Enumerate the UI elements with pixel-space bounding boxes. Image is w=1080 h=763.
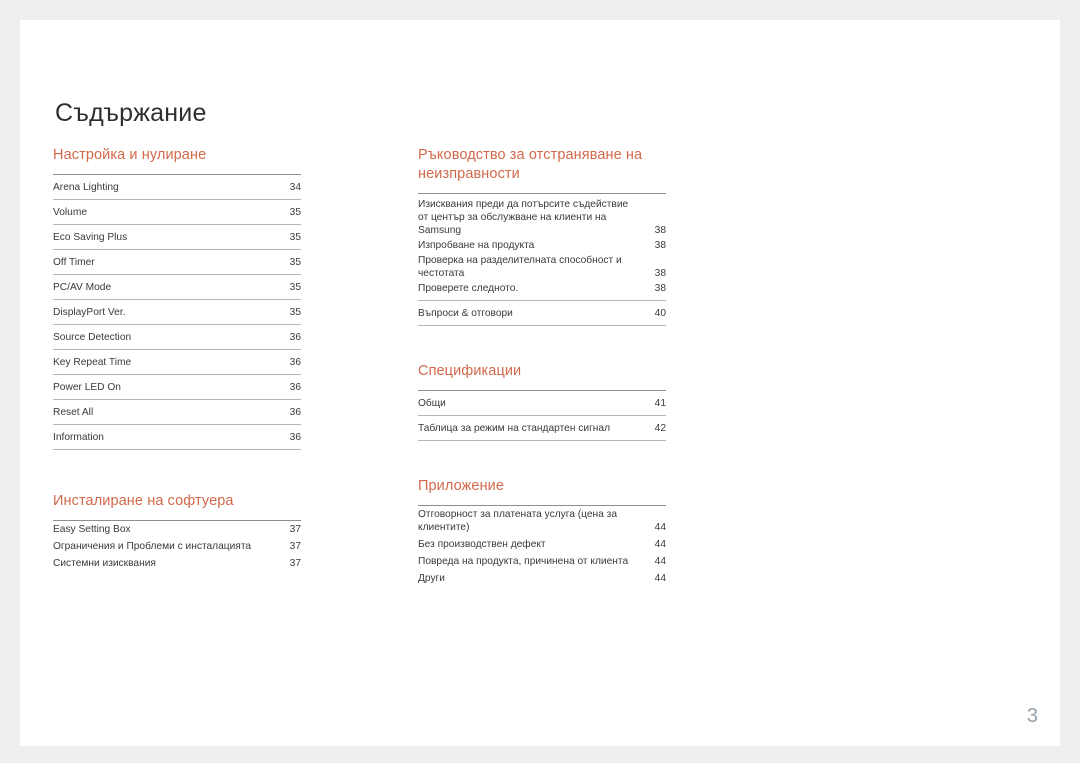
toc-entry-label: Проверете следното. bbox=[418, 283, 519, 294]
toc-entry[interactable]: Arena Lighting 34 bbox=[53, 175, 301, 200]
toc-entry[interactable]: Без производствен дефект 44 bbox=[418, 536, 666, 553]
toc-entry-page: 38 bbox=[654, 268, 666, 279]
toc-entry-page: 40 bbox=[654, 308, 666, 319]
toc-section-troubleshooting: Ръководство за отстраняване на неизправн… bbox=[418, 146, 666, 326]
toc-entry-page: 44 bbox=[654, 573, 666, 584]
toc-entry[interactable]: DisplayPort Ver. 35 bbox=[53, 300, 301, 325]
section-title: Приложение bbox=[418, 478, 505, 494]
toc-entry[interactable]: Проверете следното. 38 bbox=[418, 281, 666, 296]
toc-entry-label: Без производствен дефект bbox=[418, 539, 546, 550]
toc-entry-page: 36 bbox=[289, 332, 301, 343]
toc-entry[interactable]: Системни изисквания 37 bbox=[53, 555, 301, 572]
toc-section-appendix: Приложение Отговорност за платената услу… bbox=[418, 477, 666, 587]
toc-entry[interactable]: Общи 41 bbox=[418, 391, 666, 416]
toc-entry[interactable]: Eco Saving Plus 35 bbox=[53, 225, 301, 250]
page-number: 3 bbox=[1026, 705, 1038, 727]
section-title: Спецификации bbox=[418, 363, 522, 379]
toc-entry-list: Общи 41 Таблица за режим на стандартен с… bbox=[418, 390, 666, 441]
toc-section-software-install: Инсталиране на софтуера Easy Setting Box… bbox=[53, 492, 301, 572]
toc-entry[interactable]: Easy Setting Box 37 bbox=[53, 521, 301, 538]
toc-entry-label: Въпроси & отговори bbox=[418, 308, 513, 319]
toc-entry[interactable]: Други 44 bbox=[418, 570, 666, 587]
toc-entry-list: Arena Lighting 34 Volume 35 Eco Saving P… bbox=[53, 174, 301, 450]
toc-entry-label: Reset All bbox=[53, 407, 94, 418]
toc-entry-label: Ограничения и Проблеми с инсталацията bbox=[53, 541, 252, 552]
toc-entry[interactable]: Отговорност за платената услуга (цена за… bbox=[418, 506, 666, 536]
toc-entry-page: 36 bbox=[289, 382, 301, 393]
toc-entry[interactable]: Information 36 bbox=[53, 425, 301, 450]
toc-entry-label: Volume bbox=[53, 207, 87, 218]
toc-entry-page: 35 bbox=[289, 257, 301, 268]
toc-entry-page: 37 bbox=[289, 524, 301, 535]
toc-entry[interactable]: Изисквания преди да потърсите съдействие… bbox=[418, 197, 666, 238]
toc-entry-page: 36 bbox=[289, 432, 301, 443]
toc-entry-page: 35 bbox=[289, 307, 301, 318]
toc-entry-page: 37 bbox=[289, 541, 301, 552]
toc-entry-page: 44 bbox=[654, 539, 666, 550]
toc-entry-label: Source Detection bbox=[53, 332, 132, 343]
toc-entry-page: 38 bbox=[654, 240, 666, 251]
toc-entry[interactable]: Повреда на продукта, причинена от клиент… bbox=[418, 553, 666, 570]
toc-entry-label: Повреда на продукта, причинена от клиент… bbox=[418, 556, 629, 567]
toc-entry-list: Easy Setting Box 37 Ограничения и Пробле… bbox=[53, 520, 301, 572]
toc-entry-page: 42 bbox=[654, 423, 666, 434]
toc-entry-label: Изисквания преди да потърсите съдействие… bbox=[418, 199, 629, 236]
section-title: Настройка и нулиране bbox=[53, 147, 207, 163]
toc-entry[interactable]: Проверка на разделителната способност и … bbox=[418, 253, 666, 281]
toc-entry-page: 44 bbox=[654, 556, 666, 567]
toc-entry-label: Eco Saving Plus bbox=[53, 232, 128, 243]
toc-entry-page: 35 bbox=[289, 207, 301, 218]
toc-entry-label: Easy Setting Box bbox=[53, 524, 131, 535]
toc-entry-label: Off Timer bbox=[53, 257, 95, 268]
section-title: Инсталиране на софтуера bbox=[53, 493, 234, 509]
toc-entry[interactable]: PC/AV Mode 35 bbox=[53, 275, 301, 300]
toc-entry[interactable]: Въпроси & отговори 40 bbox=[418, 301, 666, 325]
toc-entry-list-tail: Въпроси & отговори 40 bbox=[418, 300, 666, 326]
toc-entry-page: 38 bbox=[654, 225, 666, 236]
toc-entry[interactable]: Таблица за режим на стандартен сигнал 42 bbox=[418, 416, 666, 441]
toc-entry-label: Таблица за режим на стандартен сигнал bbox=[418, 423, 611, 434]
toc-section-settings-reset: Настройка и нулиране Arena Lighting 34 V… bbox=[53, 146, 301, 450]
toc-entry-label: Проверка на разделителната способност и … bbox=[418, 255, 622, 279]
toc-entry-label: Information bbox=[53, 432, 104, 443]
toc-entry-label: Други bbox=[418, 573, 445, 584]
toc-entry-label: Общи bbox=[418, 398, 446, 409]
toc-entry[interactable]: Volume 35 bbox=[53, 200, 301, 225]
toc-entry[interactable]: Off Timer 35 bbox=[53, 250, 301, 275]
document-page: Съдържание Настройка и нулиране Arena Li… bbox=[20, 20, 1060, 746]
toc-entry[interactable]: Изпробване на продукта 38 bbox=[418, 238, 666, 253]
toc-section-specifications: Спецификации Общи 41 Таблица за режим на… bbox=[418, 362, 666, 441]
toc-entry-page: 37 bbox=[289, 558, 301, 569]
toc-entry-label: Key Repeat Time bbox=[53, 357, 132, 368]
toc-entry-page: 38 bbox=[654, 283, 666, 294]
toc-column-right: Ръководство за отстраняване на неизправн… bbox=[418, 146, 666, 587]
toc-entry-label: Power LED On bbox=[53, 382, 121, 393]
toc-entry-label: Системни изисквания bbox=[53, 558, 156, 569]
toc-entry[interactable]: Source Detection 36 bbox=[53, 325, 301, 350]
toc-entry-list: Изисквания преди да потърсите съдействие… bbox=[418, 193, 666, 296]
toc-entry[interactable]: Reset All 36 bbox=[53, 400, 301, 425]
toc-entry-page: 35 bbox=[289, 282, 301, 293]
toc-entry-label: Arena Lighting bbox=[53, 182, 119, 193]
page-title: Съдържание bbox=[55, 98, 207, 127]
toc-entry-page: 36 bbox=[289, 357, 301, 368]
toc-entry-list: Отговорност за платената услуга (цена за… bbox=[418, 505, 666, 587]
toc-entry[interactable]: Key Repeat Time 36 bbox=[53, 350, 301, 375]
toc-entry-page: 36 bbox=[289, 407, 301, 418]
toc-entry-page: 44 bbox=[654, 522, 666, 533]
toc-entry[interactable]: Ограничения и Проблеми с инсталацията 37 bbox=[53, 538, 301, 555]
toc-entry-label: Изпробване на продукта bbox=[418, 240, 535, 251]
toc-entry-label: PC/AV Mode bbox=[53, 282, 112, 293]
toc-entry-page: 41 bbox=[654, 398, 666, 409]
toc-entry-label: DisplayPort Ver. bbox=[53, 307, 126, 318]
toc-column-left: Настройка и нулиране Arena Lighting 34 V… bbox=[53, 146, 301, 572]
toc-entry-page: 34 bbox=[289, 182, 301, 193]
toc-entry-page: 35 bbox=[289, 232, 301, 243]
toc-entry[interactable]: Power LED On 36 bbox=[53, 375, 301, 400]
section-title: Ръководство за отстраняване на неизправн… bbox=[418, 147, 643, 182]
toc-entry-label: Отговорност за платената услуга (цена за… bbox=[418, 509, 617, 533]
